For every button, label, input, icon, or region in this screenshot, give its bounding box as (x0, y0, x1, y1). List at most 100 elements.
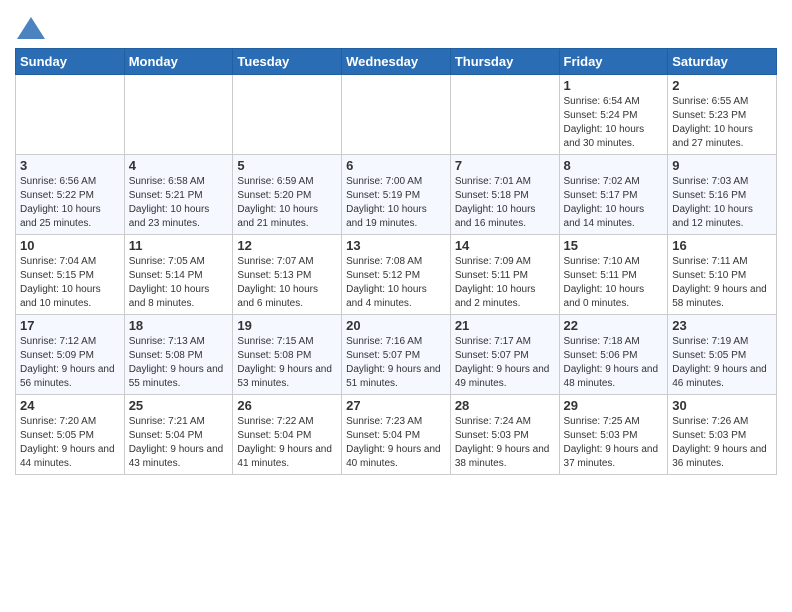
day-info: Sunrise: 7:08 AM Sunset: 5:12 PM Dayligh… (346, 255, 446, 311)
day-info: Sunrise: 7:07 AM Sunset: 5:13 PM Dayligh… (237, 255, 337, 311)
day-info: Sunrise: 7:16 AM Sunset: 5:07 PM Dayligh… (346, 335, 446, 391)
day-number: 11 (129, 238, 229, 253)
calendar-cell (124, 75, 233, 155)
day-number: 9 (672, 158, 772, 173)
day-number: 29 (564, 398, 664, 413)
day-number: 30 (672, 398, 772, 413)
col-header-thursday: Thursday (450, 49, 559, 75)
day-number: 1 (564, 78, 664, 93)
day-number: 6 (346, 158, 446, 173)
col-header-sunday: Sunday (16, 49, 125, 75)
day-info: Sunrise: 7:02 AM Sunset: 5:17 PM Dayligh… (564, 175, 664, 231)
day-number: 15 (564, 238, 664, 253)
calendar-cell (450, 75, 559, 155)
calendar-cell: 18 Sunrise: 7:13 AM Sunset: 5:08 PM Dayli… (124, 315, 233, 395)
day-number: 28 (455, 398, 555, 413)
day-info: Sunrise: 7:04 AM Sunset: 5:15 PM Dayligh… (20, 255, 120, 311)
calendar-cell: 20 Sunrise: 7:16 AM Sunset: 5:07 PM Dayli… (342, 315, 451, 395)
day-info: Sunrise: 7:21 AM Sunset: 5:04 PM Dayligh… (129, 415, 229, 471)
calendar-cell: 16 Sunrise: 7:11 AM Sunset: 5:10 PM Dayli… (668, 235, 777, 315)
calendar-cell: 3Sunrise: 6:56 AM Sunset: 5:22 PM Daylig… (16, 155, 125, 235)
col-header-friday: Friday (559, 49, 668, 75)
day-number: 24 (20, 398, 120, 413)
day-number: 16 (672, 238, 772, 253)
day-number: 2 (672, 78, 772, 93)
col-header-saturday: Saturday (668, 49, 777, 75)
calendar-week-row: 10 Sunrise: 7:04 AM Sunset: 5:15 PM Dayli… (16, 235, 777, 315)
col-header-wednesday: Wednesday (342, 49, 451, 75)
calendar-cell: 24 Sunrise: 7:20 AM Sunset: 5:05 PM Dayli… (16, 395, 125, 475)
day-info: Sunrise: 6:58 AM Sunset: 5:21 PM Dayligh… (129, 175, 229, 231)
calendar-cell: 4 Sunrise: 6:58 AM Sunset: 5:21 PM Daylig… (124, 155, 233, 235)
calendar-cell (233, 75, 342, 155)
calendar-cell: 14Sunrise: 7:09 AM Sunset: 5:11 PM Dayli… (450, 235, 559, 315)
calendar-cell: 29Sunrise: 7:25 AM Sunset: 5:03 PM Dayli… (559, 395, 668, 475)
calendar-cell: 27Sunrise: 7:23 AM Sunset: 5:04 PM Dayli… (342, 395, 451, 475)
calendar-cell: 12 Sunrise: 7:07 AM Sunset: 5:13 PM Dayli… (233, 235, 342, 315)
calendar-cell: 5 Sunrise: 6:59 AM Sunset: 5:20 PM Daylig… (233, 155, 342, 235)
calendar-cell (342, 75, 451, 155)
calendar-cell: 6 Sunrise: 7:00 AM Sunset: 5:19 PM Daylig… (342, 155, 451, 235)
day-info: Sunrise: 7:05 AM Sunset: 5:14 PM Dayligh… (129, 255, 229, 311)
calendar-cell: 9 Sunrise: 7:03 AM Sunset: 5:16 PM Daylig… (668, 155, 777, 235)
day-number: 19 (237, 318, 337, 333)
day-info: Sunrise: 7:18 AM Sunset: 5:06 PM Dayligh… (564, 335, 664, 391)
day-number: 13 (346, 238, 446, 253)
calendar-header-row: SundayMondayTuesdayWednesdayThursdayFrid… (16, 49, 777, 75)
day-info: Sunrise: 7:13 AM Sunset: 5:08 PM Dayligh… (129, 335, 229, 391)
day-number: 7 (455, 158, 555, 173)
day-info: Sunrise: 7:20 AM Sunset: 5:05 PM Dayligh… (20, 415, 120, 471)
day-info: Sunrise: 7:10 AM Sunset: 5:11 PM Dayligh… (564, 255, 664, 311)
header (15, 10, 777, 40)
calendar-cell: 25 Sunrise: 7:21 AM Sunset: 5:04 PM Dayli… (124, 395, 233, 475)
calendar-cell: 13 Sunrise: 7:08 AM Sunset: 5:12 PM Dayli… (342, 235, 451, 315)
day-number: 25 (129, 398, 229, 413)
calendar-cell: 1 Sunrise: 6:54 AM Sunset: 5:24 PM Daylig… (559, 75, 668, 155)
day-info: Sunrise: 7:22 AM Sunset: 5:04 PM Dayligh… (237, 415, 337, 471)
day-info: Sunrise: 7:01 AM Sunset: 5:18 PM Dayligh… (455, 175, 555, 231)
day-number: 17 (20, 318, 120, 333)
calendar-week-row: 1 Sunrise: 6:54 AM Sunset: 5:24 PM Daylig… (16, 75, 777, 155)
calendar-cell: 30 Sunrise: 7:26 AM Sunset: 5:03 PM Dayli… (668, 395, 777, 475)
day-number: 5 (237, 158, 337, 173)
calendar-cell: 10 Sunrise: 7:04 AM Sunset: 5:15 PM Dayli… (16, 235, 125, 315)
day-info: Sunrise: 6:55 AM Sunset: 5:23 PM Dayligh… (672, 95, 772, 151)
day-number: 26 (237, 398, 337, 413)
calendar-cell: 28Sunrise: 7:24 AM Sunset: 5:03 PM Dayli… (450, 395, 559, 475)
day-number: 10 (20, 238, 120, 253)
calendar-cell: 7 Sunrise: 7:01 AM Sunset: 5:18 PM Daylig… (450, 155, 559, 235)
day-info: Sunrise: 6:59 AM Sunset: 5:20 PM Dayligh… (237, 175, 337, 231)
calendar-cell: 23Sunrise: 7:19 AM Sunset: 5:05 PM Dayli… (668, 315, 777, 395)
calendar-cell: 19 Sunrise: 7:15 AM Sunset: 5:08 PM Dayli… (233, 315, 342, 395)
day-info: Sunrise: 6:56 AM Sunset: 5:22 PM Dayligh… (20, 175, 120, 231)
day-number: 21 (455, 318, 555, 333)
calendar-cell: 8 Sunrise: 7:02 AM Sunset: 5:17 PM Daylig… (559, 155, 668, 235)
page: SundayMondayTuesdayWednesdayThursdayFrid… (0, 0, 792, 490)
calendar-cell: 21 Sunrise: 7:17 AM Sunset: 5:07 PM Dayli… (450, 315, 559, 395)
logo-icon (17, 17, 45, 39)
day-number: 22 (564, 318, 664, 333)
day-info: Sunrise: 7:00 AM Sunset: 5:19 PM Dayligh… (346, 175, 446, 231)
calendar-cell: 22 Sunrise: 7:18 AM Sunset: 5:06 PM Dayli… (559, 315, 668, 395)
day-number: 4 (129, 158, 229, 173)
day-info: Sunrise: 7:12 AM Sunset: 5:09 PM Dayligh… (20, 335, 120, 391)
day-info: Sunrise: 7:23 AM Sunset: 5:04 PM Dayligh… (346, 415, 446, 471)
day-info: Sunrise: 7:03 AM Sunset: 5:16 PM Dayligh… (672, 175, 772, 231)
day-info: Sunrise: 7:11 AM Sunset: 5:10 PM Dayligh… (672, 255, 772, 311)
calendar-table: SundayMondayTuesdayWednesdayThursdayFrid… (15, 48, 777, 475)
calendar-cell: 26 Sunrise: 7:22 AM Sunset: 5:04 PM Dayli… (233, 395, 342, 475)
day-number: 18 (129, 318, 229, 333)
day-number: 23 (672, 318, 772, 333)
day-info: Sunrise: 7:17 AM Sunset: 5:07 PM Dayligh… (455, 335, 555, 391)
day-number: 12 (237, 238, 337, 253)
calendar-cell: 17 Sunrise: 7:12 AM Sunset: 5:09 PM Dayli… (16, 315, 125, 395)
calendar-week-row: 17 Sunrise: 7:12 AM Sunset: 5:09 PM Dayli… (16, 315, 777, 395)
calendar-cell: 2 Sunrise: 6:55 AM Sunset: 5:23 PM Daylig… (668, 75, 777, 155)
day-info: Sunrise: 6:54 AM Sunset: 5:24 PM Dayligh… (564, 95, 664, 151)
logo-text-block (15, 16, 45, 40)
day-info: Sunrise: 7:26 AM Sunset: 5:03 PM Dayligh… (672, 415, 772, 471)
day-info: Sunrise: 7:15 AM Sunset: 5:08 PM Dayligh… (237, 335, 337, 391)
day-number: 20 (346, 318, 446, 333)
col-header-monday: Monday (124, 49, 233, 75)
day-number: 8 (564, 158, 664, 173)
